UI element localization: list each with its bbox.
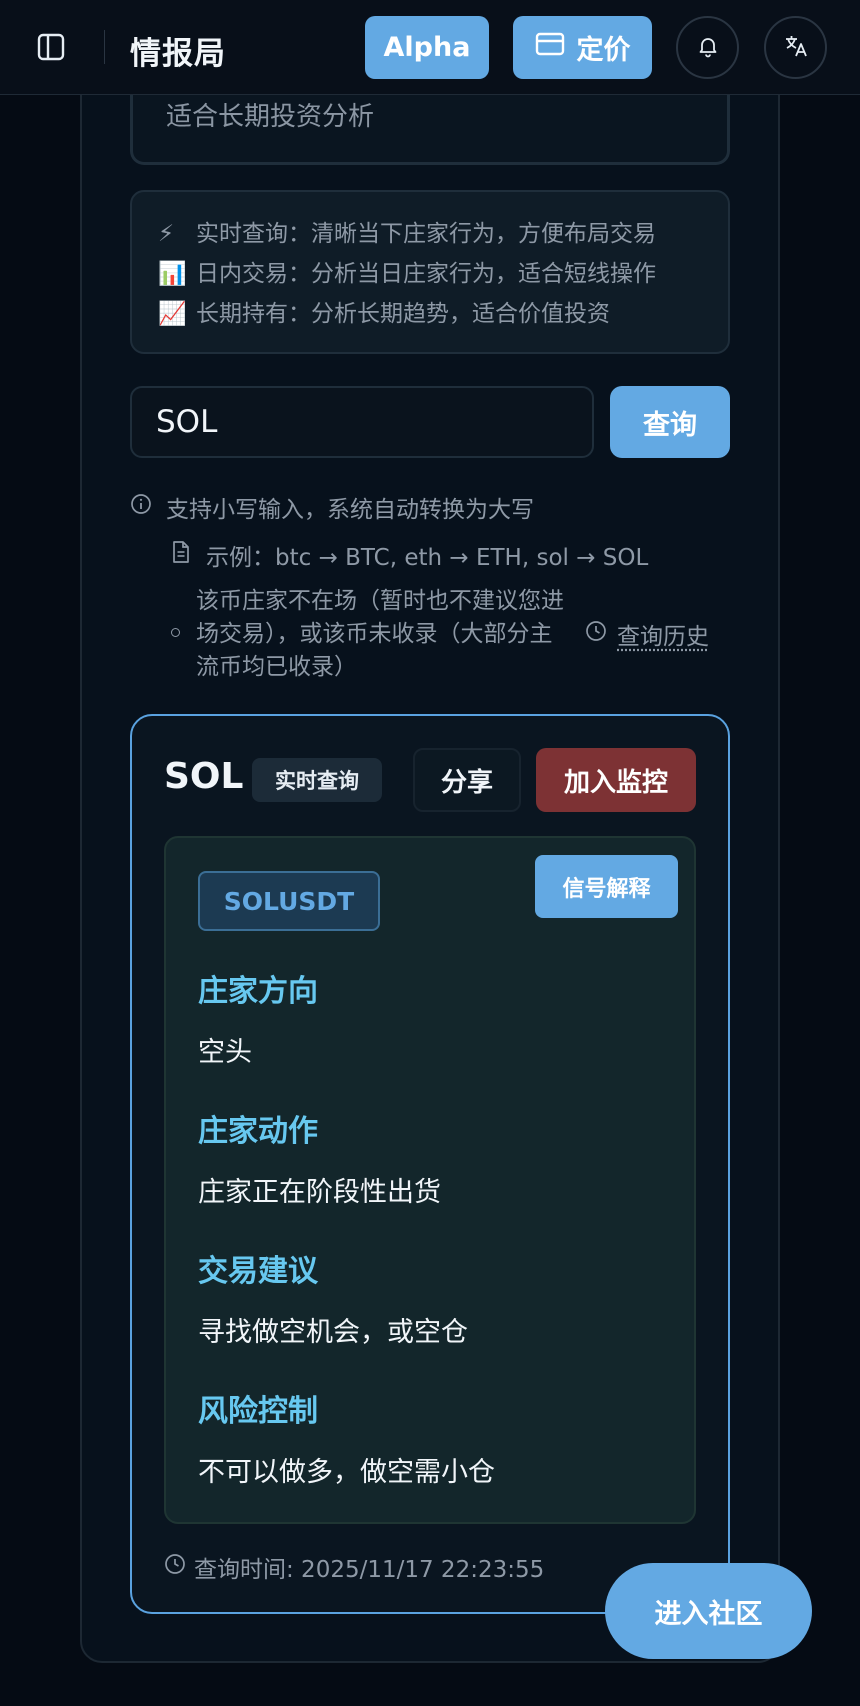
info-text: 长期持有：分析长期趋势，适合价值投资	[196, 301, 610, 327]
not-present-hint: 该币庄家不在场（暂时也不建议您进场交易），或该币未收录（大部分主流币均已收录）	[196, 588, 564, 680]
dealer-action-value: 庄家正在阶段性出货	[198, 1177, 441, 1208]
signal-explain-button[interactable]: 信号解释	[535, 855, 678, 918]
notifications-button[interactable]	[676, 16, 739, 79]
query-history-link[interactable]: 查询历史	[585, 617, 709, 651]
info-line-realtime: ⚡ 实时查询：清晰当下庄家行为，方便布局交易	[158, 214, 702, 254]
dealer-direction-label: 庄家方向	[198, 974, 318, 1009]
lightning-icon: ⚡	[158, 221, 175, 247]
mode-option-description: 适合长期投资分析	[166, 102, 375, 132]
info-text: 实时查询：清晰当下庄家行为，方便布局交易	[196, 221, 656, 247]
translate-icon	[783, 33, 809, 63]
credit-card-icon	[535, 32, 565, 63]
language-button[interactable]	[764, 16, 827, 79]
example-hint-text: 示例：btc → BTC, eth → ETH, sol → SOL	[206, 545, 649, 571]
top-header: 情报局 Alpha 定价	[0, 0, 860, 95]
info-line-longterm: 📈 长期持有：分析长期趋势，适合价值投资	[158, 294, 702, 334]
document-icon	[170, 540, 192, 570]
add-monitor-button[interactable]: 加入监控	[536, 748, 696, 812]
alpha-button[interactable]: Alpha	[365, 16, 489, 79]
info-icon	[130, 493, 152, 521]
risk-control-value: 不可以做多，做空需小仓	[198, 1457, 495, 1488]
info-line-intraday: 📊 日内交易：分析当日庄家行为，适合短线操作	[158, 254, 702, 294]
trading-pair-badge: SOLUSDT	[198, 871, 380, 931]
query-button[interactable]: 查询	[610, 386, 730, 458]
sidebar-toggle-icon[interactable]	[36, 32, 66, 62]
clock-icon	[585, 620, 607, 648]
trend-up-icon: 📈	[158, 301, 187, 327]
dealer-direction-value: 空头	[198, 1037, 252, 1068]
query-time: 查询时间: 2025/11/17 22:23:55	[164, 1550, 544, 1584]
pricing-label: 定价	[576, 35, 631, 66]
enter-community-button[interactable]: 进入社区	[605, 1563, 812, 1659]
clock-icon	[164, 1553, 186, 1581]
bullet-dot-icon	[171, 628, 180, 637]
trade-advice-label: 交易建议	[198, 1254, 318, 1289]
example-hint: 示例：btc → BTC, eth → ETH, sol → SOL	[170, 538, 648, 572]
query-mode-badge: 实时查询	[252, 758, 382, 802]
mode-info-box: ⚡ 实时查询：清晰当下庄家行为，方便布局交易 📊 日内交易：分析当日庄家行为，适合短…	[130, 190, 730, 354]
lowercase-hint-text: 支持小写输入，系统自动转换为大写	[166, 497, 534, 523]
query-history-label: 查询历史	[617, 624, 709, 650]
result-symbol: SOL	[164, 756, 244, 797]
symbol-search-input[interactable]	[130, 386, 594, 458]
bar-chart-icon: 📊	[158, 261, 187, 287]
bell-icon	[696, 34, 720, 62]
lowercase-hint: 支持小写输入，系统自动转换为大写	[130, 490, 534, 524]
dealer-action-label: 庄家动作	[198, 1114, 318, 1149]
trade-advice-value: 寻找做空机会，或空仓	[198, 1317, 468, 1348]
header-divider	[104, 30, 105, 64]
info-text: 日内交易：分析当日庄家行为，适合短线操作	[196, 261, 656, 287]
risk-control-label: 风险控制	[198, 1394, 318, 1429]
app-title: 情报局	[130, 36, 226, 72]
share-button[interactable]: 分享	[413, 748, 521, 812]
query-time-text: 查询时间: 2025/11/17 22:23:55	[194, 1557, 545, 1583]
pricing-button[interactable]: 定价	[513, 16, 652, 79]
